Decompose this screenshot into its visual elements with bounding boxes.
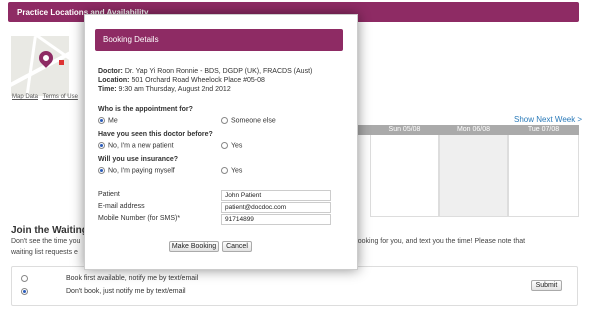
option-paying-myself-label: No, I'm paying myself [108,167,175,175]
calendar-day-column[interactable] [439,135,508,217]
location-map[interactable] [11,36,69,96]
patient-label: Patient [98,191,120,198]
waiting-list-options: Book first available, notify me by text/… [11,266,578,306]
waiting-list-description: Don't see the time you [11,238,81,245]
option-insurance-yes-label: Yes [231,167,243,175]
option-someone-else-radio[interactable] [221,117,228,124]
location-value: 501 Orchard Road Wheelock Place #05-08 [131,77,265,84]
option-paying-myself[interactable]: No, I'm paying myself [98,167,175,174]
map-data-link[interactable]: Map Data [12,94,38,100]
waiting-option-label: Book first available, notify me by text/… [66,275,199,282]
time-line: Time: 9:30 am Thursday, August 2nd 2012 [98,86,231,93]
waiting-list-description: waiting list requests e [11,249,78,256]
make-booking-button[interactable]: Make Booking [169,241,219,252]
option-me-label: Me [108,117,118,125]
map-pin-icon [36,48,56,68]
waiting-option-radio[interactable] [21,288,28,295]
option-seen-yes-radio[interactable] [221,142,228,149]
waiting-option[interactable]: Don't book, just notify me by text/email [21,288,186,295]
option-seen-yes[interactable]: Yes [221,142,242,149]
question-appointment-for: Who is the appointment for? [98,106,193,113]
option-new-patient-label: No, I'm a new patient [108,142,174,150]
doctor-value: Dr. Yap Yi Roon Ronnie - BDS, DGDP (UK),… [124,68,313,75]
show-next-week-link[interactable]: Show Next Week > [514,115,582,124]
option-insurance-yes-radio[interactable] [221,167,228,174]
question-insurance: Will you use insurance? [98,156,179,163]
question-seen-before: Have you seen this doctor before? [98,131,213,138]
option-someone-else-label: Someone else [231,117,276,125]
terms-of-use-link[interactable]: Terms of Use [43,94,78,100]
doctor-line: Doctor: Dr. Yap Yi Roon Ronnie - BDS, DG… [98,68,312,75]
time-label: Time: [98,86,117,93]
option-seen-yes-label: Yes [231,142,243,150]
calendar-day-header: Tue 07/08 [508,125,579,135]
option-paying-myself-radio[interactable] [98,167,105,174]
calendar-day-column[interactable] [508,135,579,217]
cancel-button[interactable]: Cancel [222,241,252,252]
option-new-patient[interactable]: No, I'm a new patient [98,142,174,149]
doctor-label: Doctor: [98,68,123,75]
option-me[interactable]: Me [98,117,118,124]
location-label: Location: [98,77,130,84]
waiting-option-radio[interactable] [21,275,28,282]
waiting-option[interactable]: Book first available, notify me by text/… [21,275,198,282]
waiting-list-description: e booking for you, and text you the time… [348,238,526,245]
time-value: 9:30 am Thursday, August 2nd 2012 [118,86,231,93]
booking-dialog: Booking Details Doctor: Dr. Yap Yi Roon … [84,14,358,270]
booking-dialog-title: Booking Details [95,29,343,51]
mobile-label: Mobile Number (for SMS)* [98,215,181,222]
waiting-option-label: Don't book, just notify me by text/email [66,288,186,295]
map-links: Map Data Terms of Use [12,94,81,100]
option-someone-else[interactable]: Someone else [221,117,276,124]
calendar-day-column[interactable] [370,135,439,217]
map-road [24,36,37,96]
email-label: E-mail address [98,203,145,210]
submit-button[interactable]: Submit [531,280,562,291]
option-me-radio[interactable] [98,117,105,124]
location-line: Location: 501 Orchard Road Wheelock Plac… [98,77,265,84]
mobile-input[interactable]: 91714899 [221,214,331,225]
calendar-day-header: Sun 05/08 [370,125,439,135]
email-input[interactable]: patient@docdoc.com [221,202,331,213]
patient-input[interactable]: John Patient [221,190,331,201]
option-insurance-yes[interactable]: Yes [221,167,242,174]
calendar-day-header: Mon 06/08 [439,125,508,135]
option-new-patient-radio[interactable] [98,142,105,149]
map-marker-square [59,60,64,65]
